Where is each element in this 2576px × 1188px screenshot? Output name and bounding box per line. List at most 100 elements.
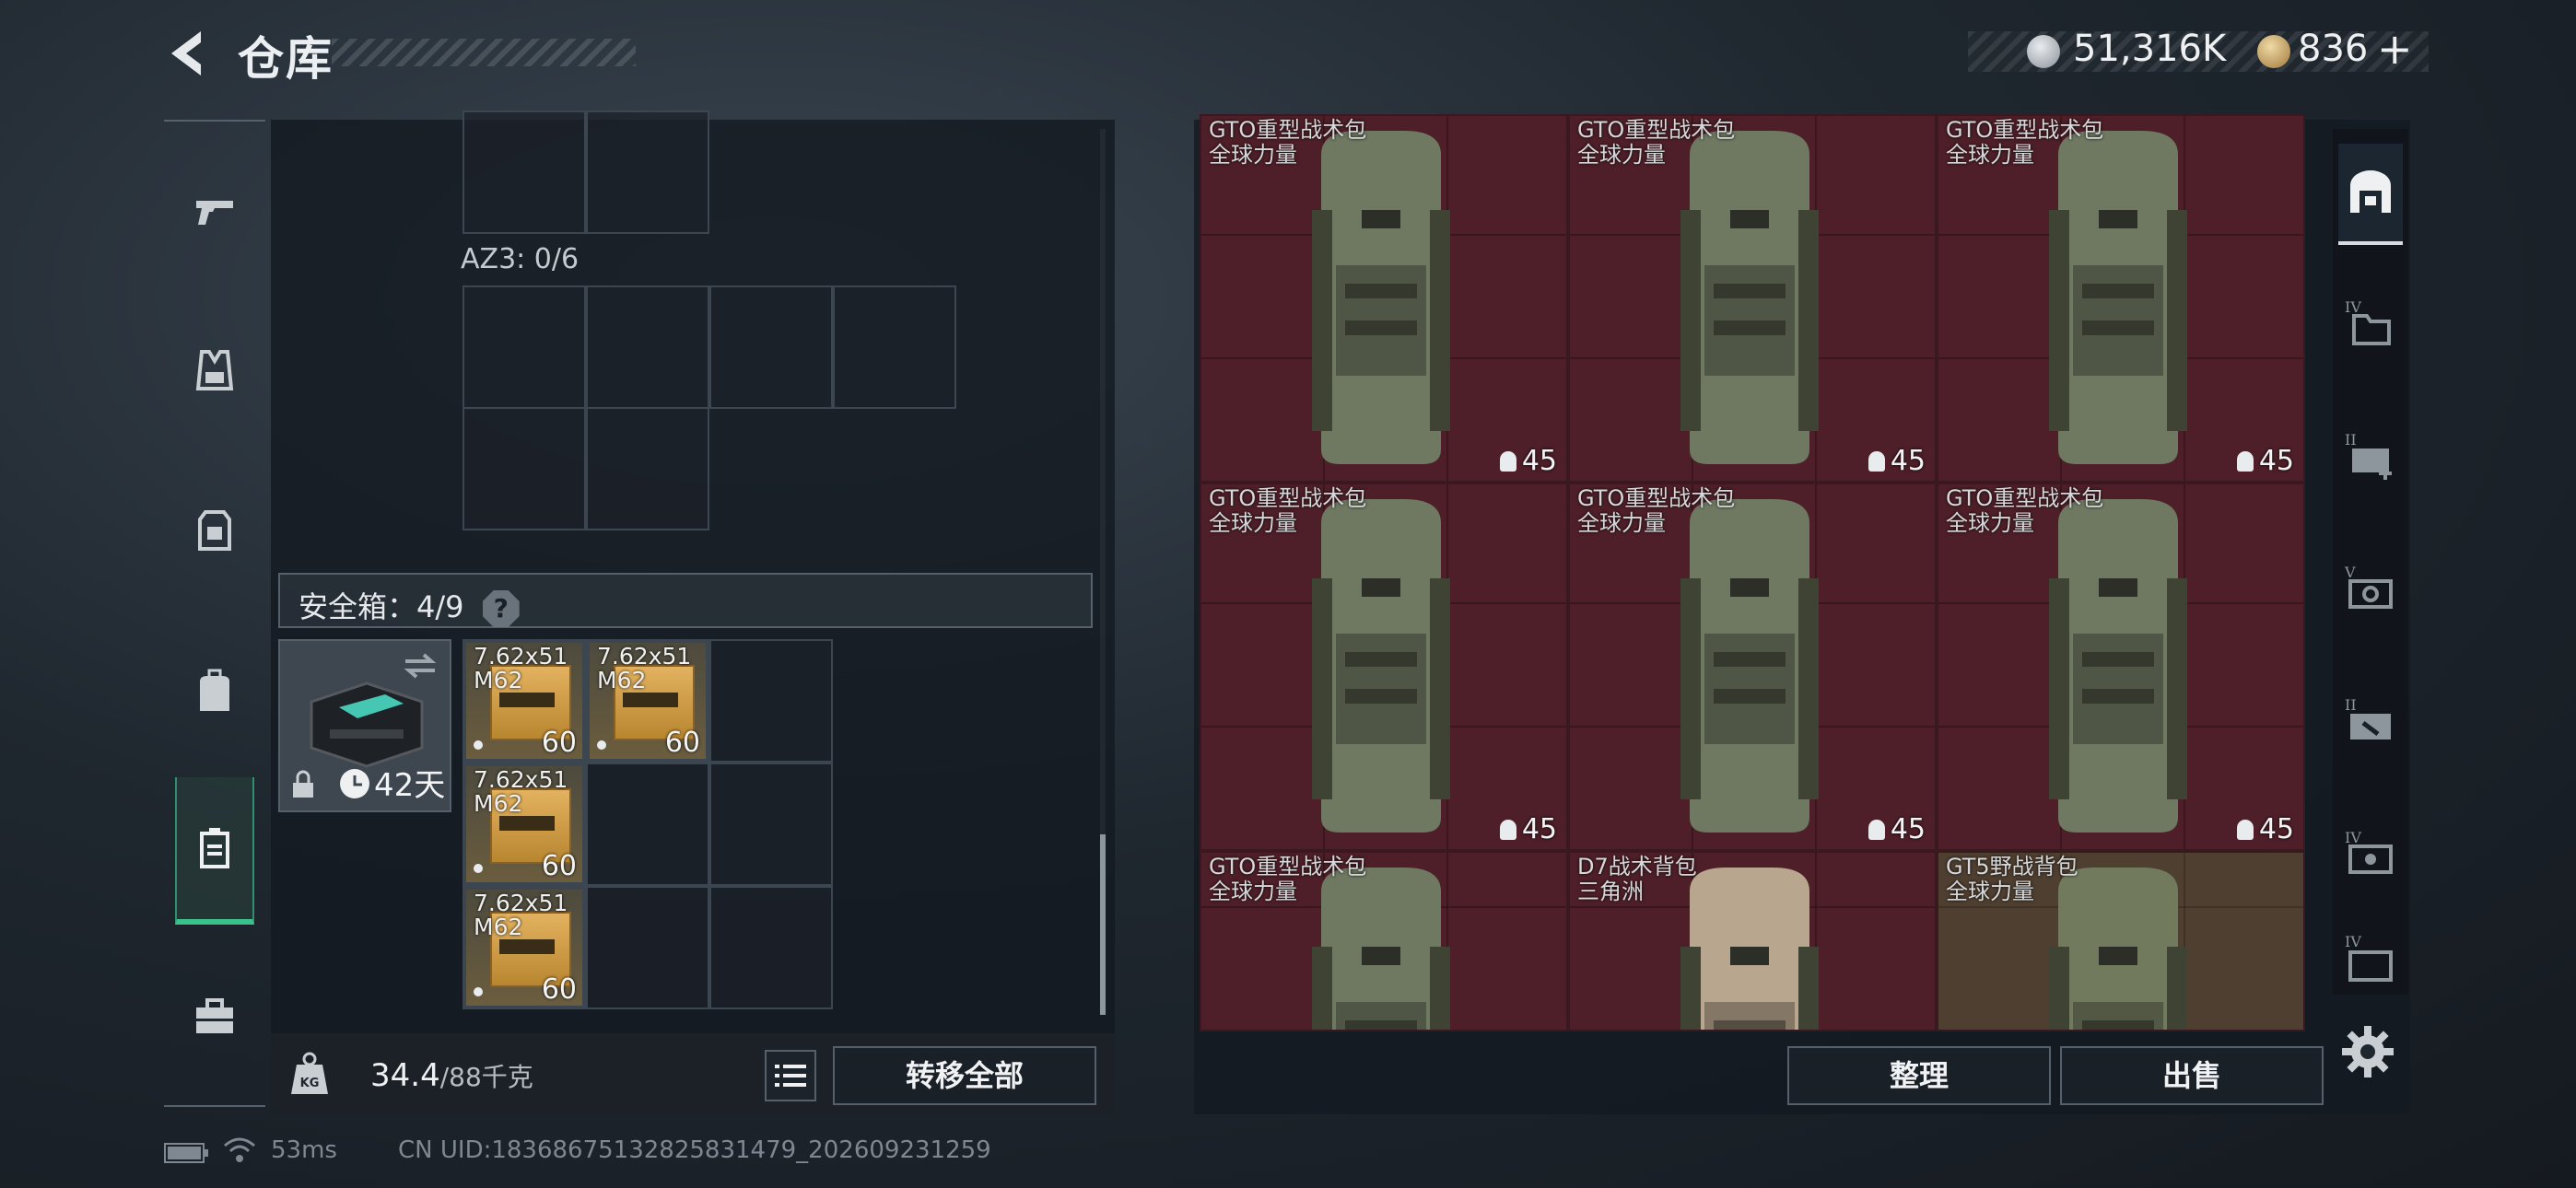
settings-gear-icon[interactable] xyxy=(2340,1024,2395,1079)
stash-item-name: GTO重型战术包 全球力量 xyxy=(1209,118,1366,168)
add-currency-button[interactable]: + xyxy=(2377,24,2413,74)
ammo-dot-icon xyxy=(474,987,483,996)
silver-currency-value: 51,316K xyxy=(2073,28,2227,70)
stash-item[interactable]: D7战术背包 三角洲 xyxy=(1568,851,1937,1031)
svg-text:IV: IV xyxy=(2345,933,2361,950)
stash-item-name: D7战术背包 三角洲 xyxy=(1577,855,1697,904)
stash-item[interactable]: GTO重型战术包 全球力量 45 xyxy=(1568,483,1937,851)
stash-item-title: GTO重型战术包 xyxy=(1946,117,2104,143)
safe-box-item[interactable]: 42天 xyxy=(278,639,451,812)
grid-slot[interactable] xyxy=(709,886,833,1009)
filter-lockbox[interactable]: V xyxy=(2338,538,2403,639)
filter-tools[interactable]: II xyxy=(2338,670,2403,772)
stash-item-count: 45 xyxy=(2237,813,2294,845)
grid-slot[interactable] xyxy=(586,407,709,530)
transfer-all-button[interactable]: 转移全部 xyxy=(833,1046,1096,1105)
grid-slot[interactable] xyxy=(463,111,586,234)
stash-item-brand: 全球力量 xyxy=(1209,142,1297,168)
stash-item-brand: 全球力量 xyxy=(1946,879,2034,904)
grid-slot[interactable] xyxy=(463,285,586,409)
wrench-icon: II xyxy=(2345,696,2391,740)
weight-readout: 34.4/88千克 xyxy=(370,1057,533,1094)
stash-item[interactable]: GT5野战背包 全球力量 xyxy=(1937,851,2305,1031)
stash-item-brand: 全球力量 xyxy=(1946,142,2034,168)
pistol-icon xyxy=(196,201,233,225)
stash-item-title: GTO重型战术包 xyxy=(1209,485,1367,511)
ammo-dot-icon xyxy=(474,740,483,750)
stash-item[interactable]: GTO重型战术包 全球力量 45 xyxy=(1568,114,1937,483)
filter-crate[interactable]: IV xyxy=(2338,803,2403,904)
ammo-count: 60 xyxy=(541,973,577,1006)
stash-item-name: GTO重型战术包 全球力量 xyxy=(1946,486,2103,536)
ammo-item[interactable]: 7.62x51 M62 60 xyxy=(464,641,584,761)
folder-icon: IV xyxy=(2345,298,2391,345)
grid-slot[interactable] xyxy=(586,285,709,409)
ammo-dot-icon xyxy=(474,864,483,873)
svg-text:II: II xyxy=(2345,696,2357,714)
stash-item-count: 45 xyxy=(1868,813,1926,845)
grid-slot[interactable] xyxy=(586,763,709,886)
rail-item-armor[interactable] xyxy=(175,457,254,604)
help-icon[interactable]: ? xyxy=(482,590,520,627)
back-arrow-icon[interactable] xyxy=(164,28,210,79)
stash-item-brand: 全球力量 xyxy=(1577,142,1666,168)
filter-case[interactable]: IV xyxy=(2338,921,2403,995)
sort-button[interactable]: 整理 xyxy=(1787,1046,2051,1105)
all-items-icon xyxy=(2350,170,2391,213)
stash-item[interactable]: GTO重型战术包 全球力量 45 xyxy=(1937,483,2305,851)
rail-item-weapons[interactable] xyxy=(175,136,254,284)
svg-text:IV: IV xyxy=(2345,829,2361,846)
stash-item-title: GTO重型战术包 xyxy=(1946,485,2104,511)
grid-slot[interactable] xyxy=(463,407,586,530)
ammo-item[interactable]: 7.62x51 M62 60 xyxy=(588,641,708,761)
grid-slot[interactable] xyxy=(709,763,833,886)
stash-item[interactable]: GTO重型战术包 全球力量 45 xyxy=(1937,114,2305,483)
vest-icon xyxy=(195,350,234,390)
rail-item-backpack[interactable] xyxy=(175,617,254,764)
grid-slot[interactable] xyxy=(833,285,956,409)
az3-label: AZ3: 0/6 xyxy=(461,243,580,275)
grid-slot[interactable] xyxy=(709,285,833,409)
ammo-count: 60 xyxy=(664,727,700,759)
backpack-image xyxy=(2049,499,2187,833)
stash-item-brand: 三角洲 xyxy=(1577,879,1644,904)
stash-item-name: GTO重型战术包 全球力量 xyxy=(1209,486,1366,536)
stash-item-brand: 全球力量 xyxy=(1946,510,2034,536)
stash-item-count: 45 xyxy=(1868,445,1926,477)
case-icon: IV xyxy=(2345,933,2393,982)
rail-item-toolbox[interactable] xyxy=(175,943,254,1090)
swap-icon[interactable] xyxy=(402,652,439,680)
ammo-item[interactable]: 7.62x51 M62 60 xyxy=(464,764,584,884)
rail-item-vest[interactable] xyxy=(175,297,254,444)
stash-item-count: 45 xyxy=(2237,445,2294,477)
uid-readout: CN UID:1836867513282583147​9_20260923125… xyxy=(398,1136,991,1164)
inventory-scrollbar-thumb[interactable] xyxy=(1100,834,1106,1015)
ammo-count: 60 xyxy=(541,850,577,882)
stash-item-name: GTO重型战术包 全球力量 xyxy=(1577,118,1735,168)
grid-slot[interactable] xyxy=(709,639,833,763)
stash-item[interactable]: GTO重型战术包 全球力量 45 xyxy=(1200,483,1568,851)
safe-box-capacity: 安全箱：4/9 xyxy=(299,589,464,624)
grid-slot[interactable] xyxy=(586,886,709,1009)
stash-item[interactable]: GTO重型战术包 全球力量 45 xyxy=(1200,114,1568,483)
stash-item[interactable]: GTO重型战术包 全球力量 xyxy=(1200,851,1568,1031)
list-icon xyxy=(775,1065,806,1087)
filter-all[interactable] xyxy=(2338,144,2403,245)
armor-icon xyxy=(198,510,231,551)
grid-slot[interactable] xyxy=(586,111,709,234)
backpack-image xyxy=(1312,131,1450,464)
backpack-image xyxy=(1312,499,1450,833)
safebox-icon xyxy=(200,828,229,868)
rail-item-safe-box[interactable] xyxy=(175,777,254,925)
ammo-item[interactable]: 7.62x51 M62 60 xyxy=(464,888,584,1007)
sell-button[interactable]: 出售 xyxy=(2060,1046,2324,1105)
ammo-name: 7.62x51 M62 xyxy=(597,643,692,693)
toolbox-icon xyxy=(196,998,233,1033)
stash-item-title: GTO重型战术包 xyxy=(1209,117,1367,143)
gold-coin-icon xyxy=(2257,35,2290,68)
stash-item-title: GTO重型战术包 xyxy=(1577,485,1736,511)
filter-folder[interactable]: IV xyxy=(2338,273,2403,374)
stash-item-brand: 全球力量 xyxy=(1209,510,1297,536)
filter-medical[interactable]: II xyxy=(2338,405,2403,507)
list-view-button[interactable] xyxy=(765,1050,816,1101)
